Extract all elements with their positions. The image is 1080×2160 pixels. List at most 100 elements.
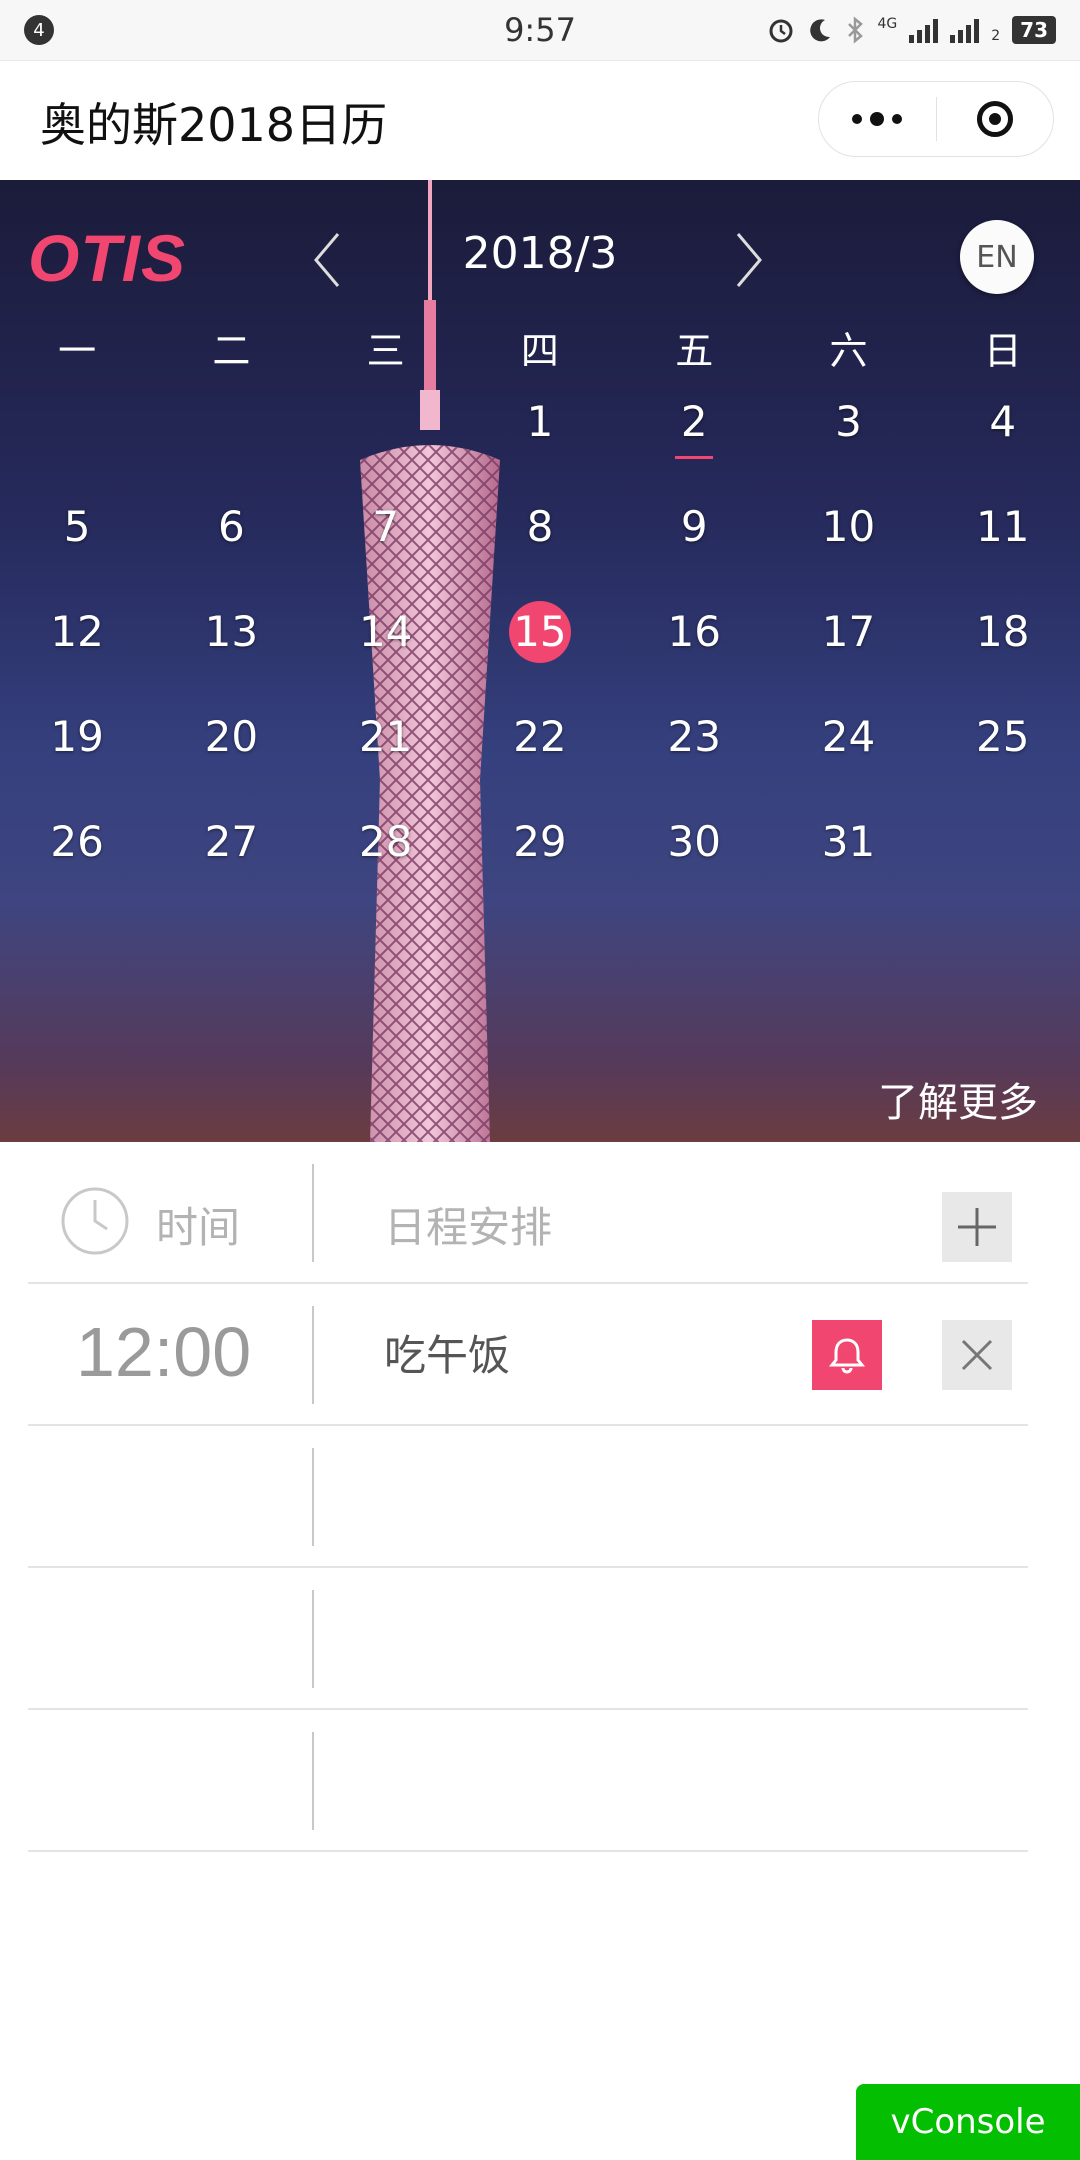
day-number: 24 (821, 712, 876, 761)
reminder-button[interactable] (812, 1320, 882, 1390)
day-cell[interactable]: 27 (154, 808, 308, 913)
day-cell[interactable]: 14 (309, 598, 463, 703)
day-number: 20 (204, 712, 259, 761)
day-cell[interactable]: 21 (309, 703, 463, 808)
day-cell[interactable]: 3 (771, 388, 925, 493)
empty-schedule-row[interactable] (28, 1710, 1028, 1852)
entry-task[interactable]: 吃午饭 (384, 1322, 510, 1383)
day-number: 7 (372, 502, 400, 551)
language-toggle-button[interactable]: EN (960, 220, 1034, 294)
day-cell[interactable]: 11 (926, 493, 1080, 598)
day-number: 17 (821, 607, 876, 656)
day-number: 29 (513, 817, 567, 866)
day-number: 5 (63, 502, 91, 551)
day-cell[interactable]: 30 (617, 808, 771, 913)
day-cell[interactable]: 12 (0, 598, 154, 703)
schedule-entry-row[interactable]: 12:00 吃午饭 (28, 1284, 1028, 1426)
day-cell-marked[interactable]: 2 (617, 388, 771, 493)
target-icon (976, 101, 1013, 137)
day-number: 27 (204, 817, 259, 866)
day-cell[interactable]: 4 (926, 388, 1080, 493)
signal-icon (909, 17, 939, 43)
day-number: 31 (821, 817, 876, 866)
next-month-arrow-icon[interactable] (728, 228, 768, 292)
weekday-label: 日 (983, 329, 1022, 373)
day-cell[interactable]: 10 (771, 493, 925, 598)
day-cell[interactable]: 19 (0, 703, 154, 808)
day-blank (154, 388, 308, 493)
schedule-list: 时间 日程安排 12:00 吃午饭 (28, 1142, 1028, 1852)
day-cell[interactable]: 6 (154, 493, 308, 598)
schedule-header-row: 时间 日程安排 (28, 1142, 1028, 1284)
empty-schedule-row[interactable] (28, 1568, 1028, 1710)
day-cell[interactable]: 20 (154, 703, 308, 808)
weekday-label: 二 (212, 329, 251, 373)
add-event-button[interactable] (942, 1192, 1012, 1262)
empty-schedule-row[interactable] (28, 1426, 1028, 1568)
day-cell-today[interactable]: 15 (463, 598, 617, 703)
day-cell[interactable]: 26 (0, 808, 154, 913)
notification-badge: 4 (24, 15, 54, 45)
day-cell[interactable]: 13 (154, 598, 308, 703)
entry-time[interactable]: 12:00 (76, 1312, 251, 1392)
day-cell[interactable]: 25 (926, 703, 1080, 808)
day-cell[interactable]: 8 (463, 493, 617, 598)
day-cell[interactable]: 18 (926, 598, 1080, 703)
battery-indicator: 73 (1012, 16, 1056, 44)
day-number: 1 (526, 397, 554, 446)
day-number: 13 (204, 607, 259, 656)
column-divider (312, 1164, 314, 1262)
close-button[interactable] (937, 82, 1054, 156)
delete-event-button[interactable] (942, 1320, 1012, 1390)
day-cell[interactable]: 17 (771, 598, 925, 703)
day-cell[interactable]: 16 (617, 598, 771, 703)
day-number: 2 (680, 397, 708, 446)
more-dot-icon (852, 114, 863, 124)
weekday-label: 四 (520, 329, 559, 373)
day-cell[interactable]: 5 (0, 493, 154, 598)
day-cell[interactable]: 1 (463, 388, 617, 493)
day-number: 11 (976, 502, 1030, 551)
column-divider (312, 1448, 314, 1546)
network-type: 4G (877, 16, 898, 32)
day-number: 28 (358, 817, 413, 866)
bluetooth-icon (848, 16, 864, 44)
day-blank (0, 388, 154, 493)
alarm-icon (769, 19, 793, 43)
day-number: 22 (513, 712, 567, 761)
column-divider (312, 1590, 314, 1688)
vconsole-button[interactable]: vConsole (856, 2084, 1080, 2160)
day-number: 19 (50, 712, 104, 761)
learn-more-link[interactable]: 了解更多 (878, 1070, 1038, 1128)
day-cell[interactable]: 28 (309, 808, 463, 913)
day-number: 21 (358, 712, 413, 761)
day-cell[interactable]: 7 (309, 493, 463, 598)
calendar-panel: OTIS 2018/3 EN 一二三四五六日 1 2 3 4 5 6 7 8 9 10 11 12 13… (0, 180, 1080, 1142)
status-bar: 4 9:57 4G 2 73 (0, 0, 1080, 60)
day-cell[interactable]: 29 (463, 808, 617, 913)
close-icon (961, 1339, 993, 1371)
more-button[interactable] (819, 82, 936, 156)
day-number: 23 (667, 712, 721, 761)
day-number: 4 (989, 397, 1017, 446)
moon-icon (810, 19, 831, 42)
day-number: 8 (526, 502, 554, 551)
day-number: 30 (667, 817, 721, 866)
day-number: 9 (680, 502, 708, 551)
day-cell[interactable]: 31 (771, 808, 925, 913)
day-number: 18 (976, 607, 1030, 656)
day-cell[interactable]: 24 (771, 703, 925, 808)
month-label: 2018/3 (462, 228, 618, 279)
sim2-label: 2 (991, 28, 1001, 44)
more-dot-icon (892, 114, 903, 124)
day-cell[interactable]: 23 (617, 703, 771, 808)
day-number: 26 (50, 817, 104, 866)
column-divider (312, 1732, 314, 1830)
time-column-header: 时间 (156, 1203, 241, 1252)
weekday-label: 一 (58, 329, 97, 373)
day-cell[interactable]: 9 (617, 493, 771, 598)
day-cell[interactable]: 22 (463, 703, 617, 808)
day-number: 12 (50, 607, 104, 656)
prev-month-arrow-icon[interactable] (308, 228, 348, 292)
day-number: 25 (976, 712, 1030, 761)
